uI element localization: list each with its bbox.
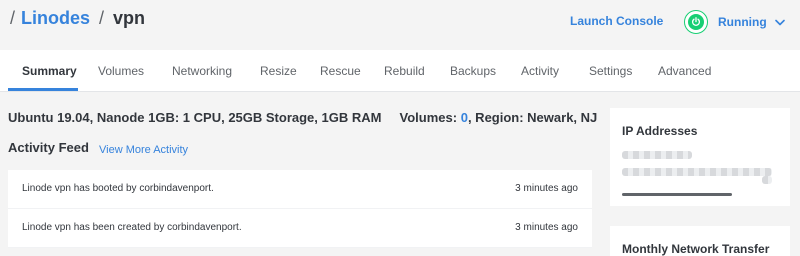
active-tab-indicator [8,88,78,91]
redacted-ip-address [622,168,772,176]
breadcrumb-link-linodes[interactable]: Linodes [21,8,90,29]
redacted-ip-address [622,151,692,159]
status-label: Running [718,15,767,29]
launch-console-link[interactable]: Launch Console [570,14,663,28]
volumes-label: Volumes: [399,110,458,125]
tab-advanced[interactable]: Advanced [658,64,711,78]
ip-scrollbar[interactable] [622,193,732,196]
linode-specs: Ubuntu 19.04, Nanode 1GB: 1 CPU, 25GB St… [8,110,382,125]
page-header: / Linodes / vpn Launch Console Running [0,0,800,46]
volumes-count-link[interactable]: 0 [461,110,468,125]
tab-volumes[interactable]: Volumes [98,64,144,78]
breadcrumb-separator: / [10,8,16,28]
tab-resize[interactable]: Resize [260,64,297,78]
activity-list: Linode vpn has booted by corbindavenport… [8,170,592,248]
view-more-activity-link[interactable]: View More Activity [99,144,188,156]
tab-networking[interactable]: Networking [172,64,232,78]
linode-summary: Ubuntu 19.04, Nanode 1GB: 1 CPU, 25GB St… [8,110,597,125]
ip-addresses-title: IP Addresses [622,124,698,138]
power-status-icon [684,10,708,34]
tab-activity[interactable]: Activity [521,64,559,78]
tab-settings[interactable]: Settings [589,64,632,78]
activity-row: Linode vpn has been created by corbindav… [8,209,592,248]
network-transfer-panel: Monthly Network Transfer [610,226,790,256]
activity-row: Linode vpn has booted by corbindavenport… [8,170,592,209]
activity-message: Linode vpn has been created by corbindav… [22,222,242,233]
tab-backups[interactable]: Backups [450,64,496,78]
activity-feed-title: Activity Feed [8,140,89,155]
breadcrumb: / Linodes / vpn [10,8,145,29]
redacted-ip-address [762,176,772,184]
tab-summary[interactable]: Summary [22,64,77,78]
tab-bar: Summary Volumes Networking Resize Rescue… [0,50,800,92]
tab-rebuild[interactable]: Rebuild [384,64,425,78]
network-transfer-title: Monthly Network Transfer [622,242,770,256]
tab-rescue[interactable]: Rescue [320,64,361,78]
status-menu-button[interactable]: Running [684,10,785,34]
activity-message: Linode vpn has booted by corbindavenport… [22,183,214,194]
breadcrumb-separator: / [99,8,105,28]
region-text: , Region: Newark, NJ [467,110,598,125]
chevron-down-icon [774,13,785,31]
activity-time: 3 minutes ago [515,183,578,194]
page-title: vpn [113,8,146,28]
activity-time: 3 minutes ago [515,222,578,233]
